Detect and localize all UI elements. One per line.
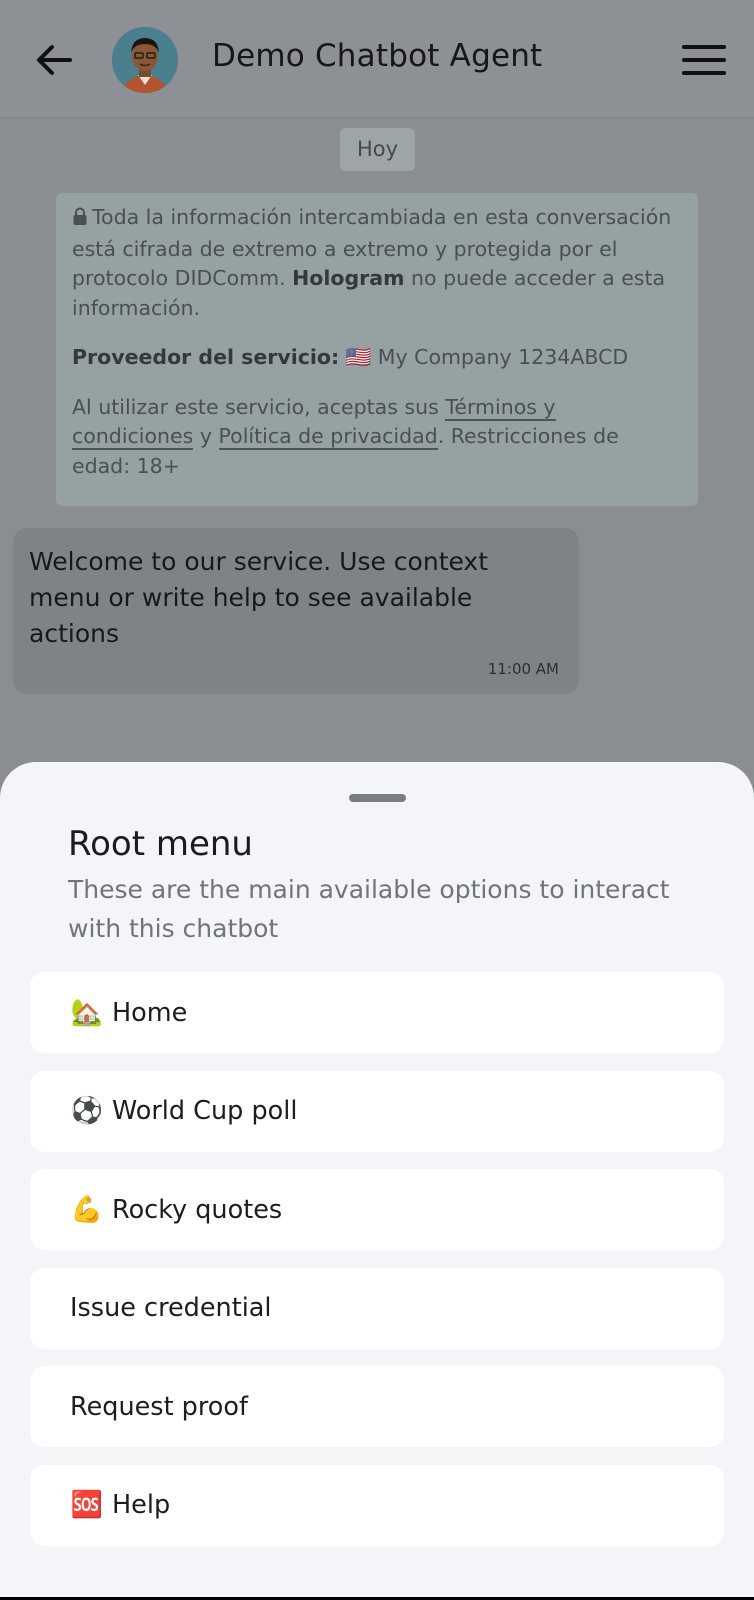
provider-name: My Company 1234ABCD — [377, 345, 629, 369]
menu-item-label: Request proof — [70, 1391, 248, 1422]
menu-item-label: Issue credential — [70, 1293, 272, 1323]
message-text: Welcome to our service. Use context menu… — [29, 547, 489, 648]
menu-list: 🏡 Home ⚽ World Cup poll 💪 Rocky quotes I… — [30, 972, 724, 1563]
date-chip: Hoy — [340, 128, 415, 171]
soccer-ball-icon: ⚽ — [70, 1096, 104, 1126]
encryption-text: Toda la información intercambiada en est… — [72, 205, 672, 320]
privacy-link[interactable]: Política de privacidad — [218, 424, 438, 450]
menu-item-rocky-quotes[interactable]: 💪 Rocky quotes — [30, 1169, 724, 1250]
menu-item-label: Home — [112, 997, 188, 1028]
menu-item-label: Rocky quotes — [112, 1194, 283, 1225]
menu-button[interactable] — [682, 44, 726, 76]
flag-icon: 🇺🇸 — [345, 345, 372, 369]
menu-item-help[interactable]: 🆘 Help — [30, 1464, 724, 1546]
sheet-title: Root menu — [68, 824, 253, 864]
encryption-notice: Toda la información intercambiada en est… — [56, 193, 698, 506]
menu-item-world-cup-poll[interactable]: ⚽ World Cup poll — [30, 1070, 724, 1152]
menu-item-label: Help — [112, 1490, 171, 1520]
menu-item-issue-credential[interactable]: Issue credential — [30, 1267, 724, 1349]
chat-header: Demo Chatbot Agent — [0, 0, 754, 118]
terms-line: Al utilizar este servicio, aceptas sus T… — [72, 394, 619, 478]
chat-title: Demo Chatbot Agent — [212, 38, 543, 74]
root-menu-sheet: Root menu These are the main available o… — [0, 762, 754, 1600]
message-bubble[interactable]: Welcome to our service. Use context menu… — [13, 528, 579, 694]
flexed-biceps-icon: 💪 — [70, 1194, 104, 1225]
message-time: 11:00 AM — [487, 660, 559, 678]
avatar[interactable] — [112, 27, 178, 93]
menu-item-request-proof[interactable]: Request proof — [30, 1366, 724, 1447]
sheet-subtitle: These are the main available options to … — [68, 875, 670, 943]
brand-name: Hologram — [292, 266, 405, 290]
sos-icon: 🆘 — [70, 1490, 104, 1520]
lock-icon — [72, 205, 88, 235]
menu-item-label: World Cup poll — [112, 1096, 298, 1126]
house-icon: 🏡 — [70, 997, 104, 1028]
back-button[interactable] — [34, 40, 74, 80]
menu-item-home[interactable]: 🏡 Home — [30, 972, 724, 1053]
arrow-left-icon — [37, 45, 72, 75]
hamburger-icon — [682, 45, 726, 75]
agent-avatar-icon — [112, 27, 178, 93]
provider-line: Proveedor del servicio: 🇺🇸 My Company 12… — [72, 345, 629, 369]
sheet-drag-handle[interactable] — [349, 794, 406, 802]
